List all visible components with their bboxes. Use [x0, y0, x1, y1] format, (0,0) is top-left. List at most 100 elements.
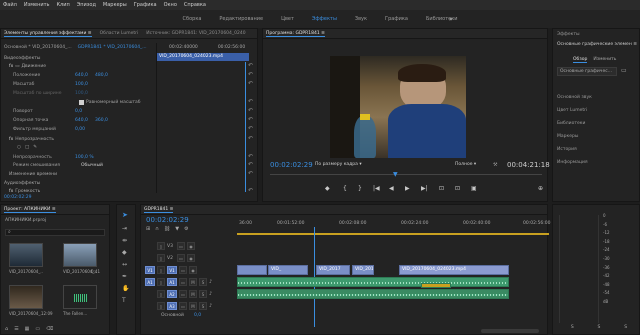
ripple-edit-tool-icon[interactable]: ⇹ [122, 237, 127, 244]
work-area-bar[interactable] [237, 233, 549, 235]
menu-help[interactable]: Справка [184, 2, 206, 8]
sync-lock-icon[interactable]: ▭ [179, 290, 187, 298]
timeline-timecode[interactable]: 00:02:02:29 [146, 216, 189, 224]
lock-icon[interactable]: ▯ [157, 254, 165, 262]
reset-icon[interactable]: ↶ [248, 161, 253, 168]
go-to-out-button[interactable]: ▶| [421, 185, 428, 192]
menu-graphics[interactable]: Графика [134, 2, 157, 8]
snap-icon[interactable]: ∩ [155, 226, 159, 232]
playhead-marker-icon[interactable]: ▼ [393, 171, 398, 178]
program-fit-dropdown[interactable]: По размеру кадра ▾ [315, 162, 362, 167]
folder-icon[interactable]: ▭ [621, 67, 627, 74]
pen-mask-icon[interactable]: ✎ [33, 145, 37, 150]
eye-icon[interactable]: ◉ [187, 242, 195, 250]
track-target-a3[interactable]: A3 [167, 302, 177, 310]
lock-icon[interactable]: ▯ [157, 266, 165, 274]
panel-essential-sound[interactable]: Основной звук [553, 91, 640, 104]
microphone-icon[interactable]: ♪ [209, 279, 212, 285]
lock-icon[interactable]: ⌂ [5, 326, 8, 332]
ws-color[interactable]: Цвет [281, 16, 294, 22]
wrench-icon[interactable]: ⚒ [493, 162, 497, 168]
mark-out-button[interactable]: } [358, 185, 362, 192]
menu-sequence[interactable]: Эпизод [77, 2, 96, 8]
video-clip-selected[interactable]: VID_20170604_024023.mp4 [399, 265, 509, 275]
list-view-icon[interactable]: ☰ [14, 326, 18, 332]
timeline-zoom-scrollbar[interactable] [481, 329, 539, 333]
lock-icon[interactable]: ▯ [157, 302, 165, 310]
project-thumb[interactable] [63, 243, 97, 267]
reset-icon[interactable]: ↶ [248, 71, 253, 78]
param-value[interactable]: 0,0 [75, 109, 82, 114]
reset-icon[interactable]: ↶ [248, 187, 253, 194]
ws-graphics[interactable]: Графика [385, 16, 408, 22]
video-clip[interactable]: VID_ [268, 265, 308, 275]
program-video-frame[interactable] [330, 56, 466, 158]
type-tool-icon[interactable]: T [122, 297, 126, 304]
tab-lumetri-scopes[interactable]: Области Lumetri [100, 31, 139, 36]
lock-icon[interactable]: ▯ [157, 278, 165, 286]
ws-effects[interactable]: Эффекты [312, 16, 337, 22]
video-clip[interactable]: VID_2017 [316, 265, 350, 275]
ws-editing[interactable]: Редактирование [219, 16, 263, 22]
sync-lock-icon[interactable]: ▭ [179, 266, 187, 274]
project-thumb[interactable] [9, 243, 43, 267]
ec-time-remap[interactable]: Изменение времени [9, 170, 57, 179]
param-value[interactable]: 100,0 [75, 91, 88, 96]
tab-sequence[interactable]: GDPR1841 ≡ [144, 207, 174, 213]
add-button[interactable]: ⊕ [538, 185, 543, 192]
program-timecode[interactable]: 00:02:02:29 [270, 161, 313, 169]
timeline-ruler[interactable]: 36:00 00:01:52:00 00:02:08:00 00:02:24:0… [237, 221, 550, 231]
nest-icon[interactable]: ⊞ [146, 226, 150, 232]
effects-panel-tab[interactable]: Эффекты [553, 29, 639, 39]
reset-icon[interactable]: ↶ [248, 135, 253, 142]
reset-icon[interactable]: ↶ [248, 125, 253, 132]
sync-lock-icon[interactable]: ▭ [179, 302, 187, 310]
razor-tool-icon[interactable]: ◆ [122, 249, 127, 256]
solo-button[interactable]: S [199, 290, 207, 298]
track-target-a1[interactable]: A1 [167, 278, 177, 286]
menu-clip[interactable]: Клип [56, 2, 69, 8]
reset-icon[interactable]: ↶ [248, 98, 253, 105]
video-clip[interactable]: VID_2017 [352, 265, 374, 275]
menu-markers[interactable]: Маркеры [103, 2, 127, 8]
audio-clip-a2[interactable] [237, 289, 509, 299]
ws-assembly[interactable]: Сборка [183, 16, 202, 22]
lift-button[interactable]: ⊡ [439, 185, 444, 192]
project-thumb[interactable] [63, 285, 97, 309]
ec-master-label[interactable]: Основной * VID_20170604_... [4, 45, 72, 50]
project-search-input[interactable]: ⌕ [5, 229, 105, 236]
mark-in-button[interactable]: { [343, 185, 347, 192]
step-back-button[interactable]: ◀ [389, 185, 394, 192]
source-patch-v1[interactable]: V1 [145, 266, 155, 274]
tab-program[interactable]: Программа: GDPR1841 ≡ [266, 31, 325, 37]
track-name[interactable]: V3 [167, 244, 177, 249]
microphone-icon[interactable]: ♪ [209, 303, 212, 309]
icon-view-icon[interactable]: ▦ [25, 326, 30, 332]
panel-info[interactable]: Информация [553, 156, 640, 169]
reset-icon[interactable]: ↶ [248, 80, 253, 87]
ec-fx-motion[interactable]: fx ▭ Движение [9, 62, 46, 71]
meter-solo-button[interactable]: S [571, 325, 574, 330]
reset-icon[interactable]: ↶ [248, 62, 253, 69]
hand-tool-icon[interactable]: ✋ [122, 285, 129, 292]
workspaces-more-button[interactable]: » [449, 16, 453, 23]
eg-dropdown[interactable]: Основные графичес... [557, 67, 617, 76]
mute-button[interactable]: M [189, 278, 197, 286]
sync-lock-icon[interactable]: ▭ [179, 278, 187, 286]
extract-button[interactable]: ⊡ [455, 185, 460, 192]
export-frame-button[interactable]: ▣ [471, 185, 477, 192]
track-target-a2[interactable]: A2 [167, 290, 177, 298]
marker-icon[interactable]: ▼ [175, 226, 179, 232]
source-patch-a1[interactable]: A1 [145, 278, 155, 286]
param-value[interactable]: 100,0 [75, 82, 88, 87]
mute-button[interactable]: M [189, 290, 197, 298]
meter-solo-button[interactable]: S [624, 325, 627, 330]
eye-icon[interactable]: ◉ [187, 254, 195, 262]
param-value-y[interactable]: 360,0 [95, 118, 108, 123]
param-value[interactable]: 100,0 % [75, 155, 94, 160]
settings-icon[interactable]: ⚙ [184, 226, 188, 232]
pen-tool-icon[interactable]: ✒ [122, 273, 127, 280]
meter-solo-button[interactable]: S [598, 325, 601, 330]
master-track-value[interactable]: 0,0 [194, 313, 201, 318]
program-scrubber[interactable] [270, 174, 542, 177]
